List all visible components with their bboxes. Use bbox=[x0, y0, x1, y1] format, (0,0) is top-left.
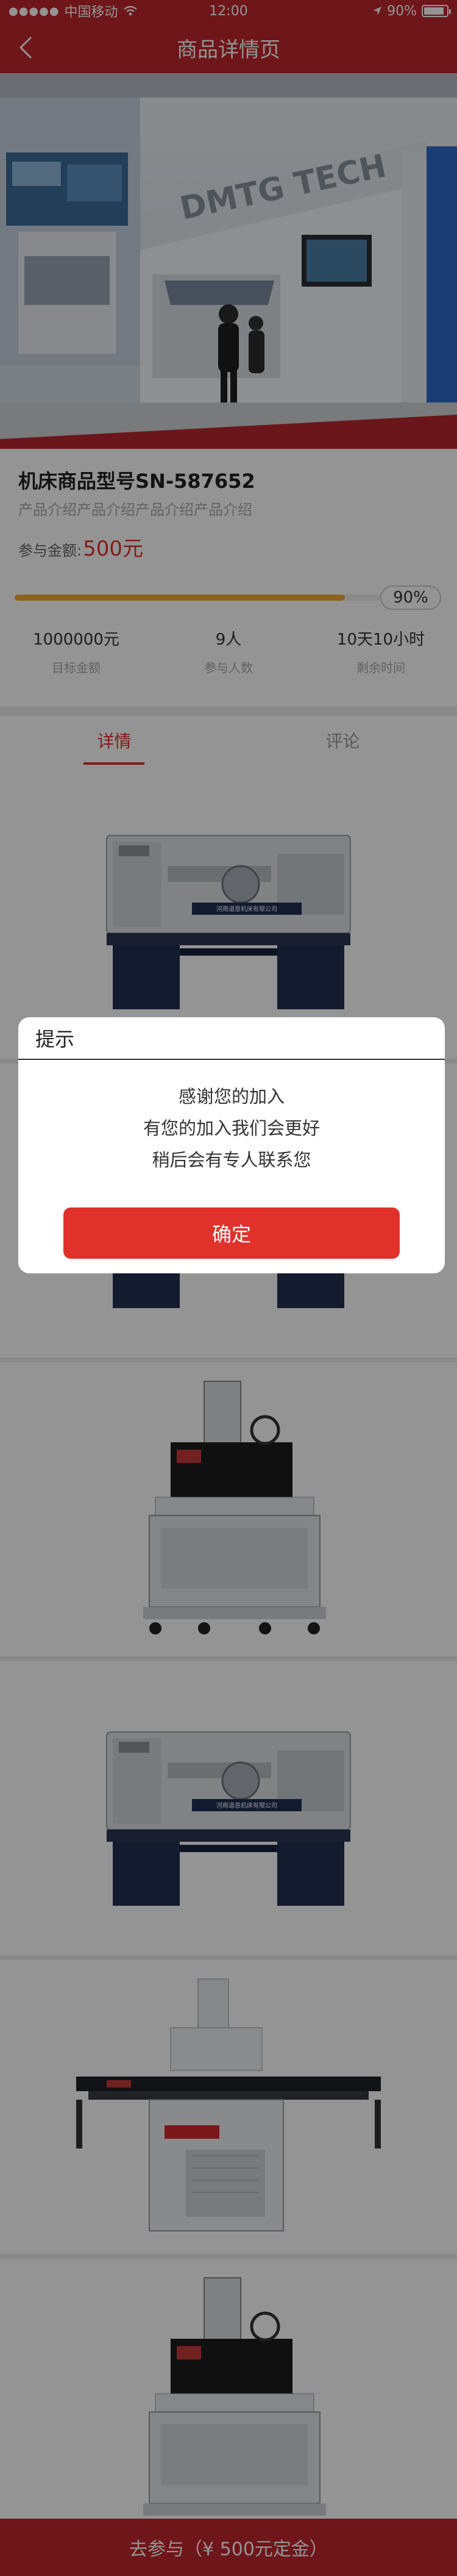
dialog-line: 稍后会有专人联系您 bbox=[152, 1150, 311, 1170]
dialog-line: 感谢您的加入 bbox=[178, 1086, 285, 1107]
modal-overlay[interactable] bbox=[0, 0, 457, 2576]
dialog-message: 感谢您的加入 有您的加入我们会更好 稍后会有专人联系您 bbox=[18, 1081, 445, 1176]
confirm-button[interactable]: 确定 bbox=[63, 1208, 400, 1259]
confirmation-dialog: 提示 感谢您的加入 有您的加入我们会更好 稍后会有专人联系您 确定 bbox=[18, 1017, 445, 1273]
dialog-line: 有您的加入我们会更好 bbox=[143, 1118, 320, 1139]
dialog-title: 提示 bbox=[18, 1017, 445, 1060]
